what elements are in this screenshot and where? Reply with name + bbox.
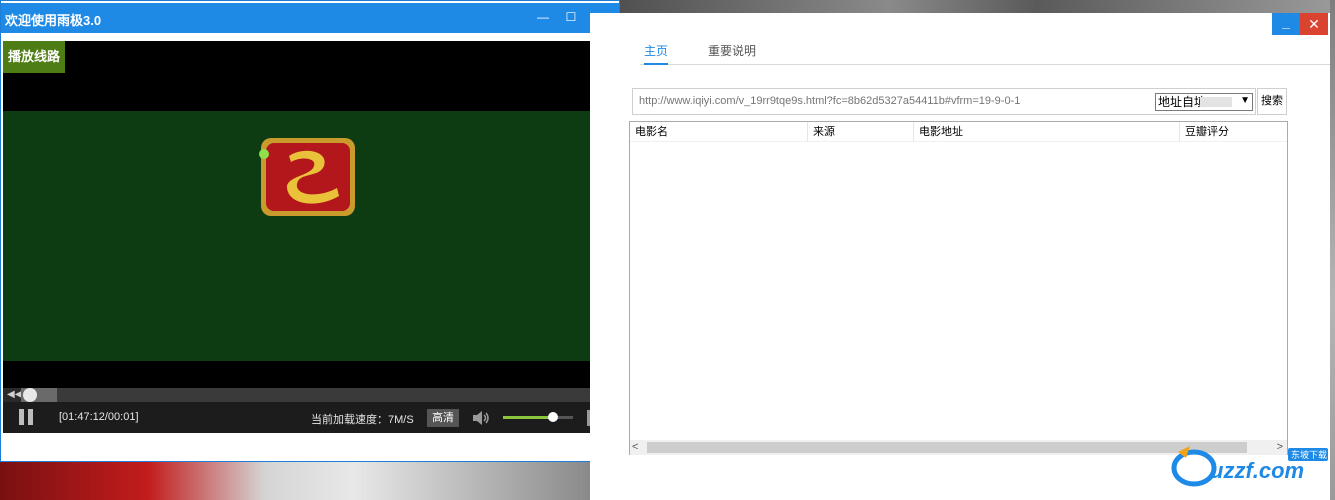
site-watermark-logo: uzzf.com 东坡下载 — [1171, 446, 1328, 487]
column-header-title[interactable]: 电影名 — [630, 122, 808, 142]
route-button[interactable]: 播放线路 — [3, 41, 65, 73]
progress-handle[interactable] — [23, 388, 37, 402]
source-select-value: 地址自填 — [1158, 95, 1207, 109]
player-window: 欢迎使用雨极3.0 — ☐ 播放线路 ◀◀ [01:47:12/00:01] 当… — [0, 0, 620, 462]
url-input[interactable] — [639, 95, 1149, 107]
minimize-icon[interactable]: — — [535, 9, 551, 25]
svg-text:东坡下载: 东坡下载 — [1291, 449, 1327, 461]
desktop-background-top — [590, 0, 1335, 14]
close-button[interactable]: ✕ — [1300, 13, 1328, 35]
scrollbar-thumb[interactable] — [647, 442, 1247, 453]
minimize-button[interactable]: _ — [1272, 13, 1300, 35]
column-header-source[interactable]: 来源 — [808, 122, 914, 142]
chevron-down-icon: ▼ — [1240, 95, 1250, 106]
table-header: 电影名 来源 电影地址 豆瓣评分 — [630, 122, 1287, 142]
load-speed: 当前加载速度：7M/S — [311, 414, 414, 426]
results-table[interactable]: 电影名 来源 电影地址 豆瓣评分 < > — [629, 121, 1288, 455]
tab-notes[interactable]: 重要说明 — [708, 42, 756, 65]
url-bar: 地址自填 ▼ — [632, 88, 1256, 115]
tab-home[interactable]: 主页 — [644, 42, 669, 65]
volume-icon[interactable] — [471, 410, 491, 426]
player-title: 欢迎使用雨极3.0 — [5, 13, 102, 28]
tab-bar: 主页 重要说明 — [640, 39, 1330, 65]
desktop-background-bottom — [0, 462, 590, 500]
volume-handle[interactable] — [548, 412, 558, 422]
maximize-icon[interactable]: ☐ — [563, 9, 579, 25]
quality-button[interactable]: 高清 — [427, 409, 459, 427]
player-titlebar[interactable]: 欢迎使用雨极3.0 — ☐ — [1, 3, 619, 33]
volume-fill — [503, 416, 553, 419]
desktop-background-right — [1330, 0, 1335, 500]
search-window: _ ✕ 主页 重要说明 地址自填 ▼ 搜索 电影名 来源 电影地址 豆瓣评分 <… — [590, 13, 1330, 500]
column-header-url[interactable]: 电影地址 — [914, 122, 1180, 142]
source-select[interactable]: 地址自填 ▼ — [1155, 93, 1253, 111]
pause-icon[interactable] — [19, 409, 33, 425]
search-button[interactable]: 搜索 — [1257, 88, 1287, 115]
time-display: [01:47:12/00:01] — [59, 411, 139, 423]
source-select-highlight — [1200, 97, 1232, 107]
channel-logo-icon — [259, 138, 355, 216]
column-header-rating[interactable]: 豆瓣评分 — [1180, 122, 1287, 142]
scroll-left-icon[interactable]: < — [632, 441, 638, 453]
progress-track[interactable] — [21, 388, 591, 402]
progress-bar[interactable]: ◀◀ — [3, 388, 591, 402]
svg-text:uzzf.com: uzzf.com — [1210, 458, 1304, 483]
player-controls: [01:47:12/00:01] 当前加载速度：7M/S 高清 — [3, 402, 593, 433]
